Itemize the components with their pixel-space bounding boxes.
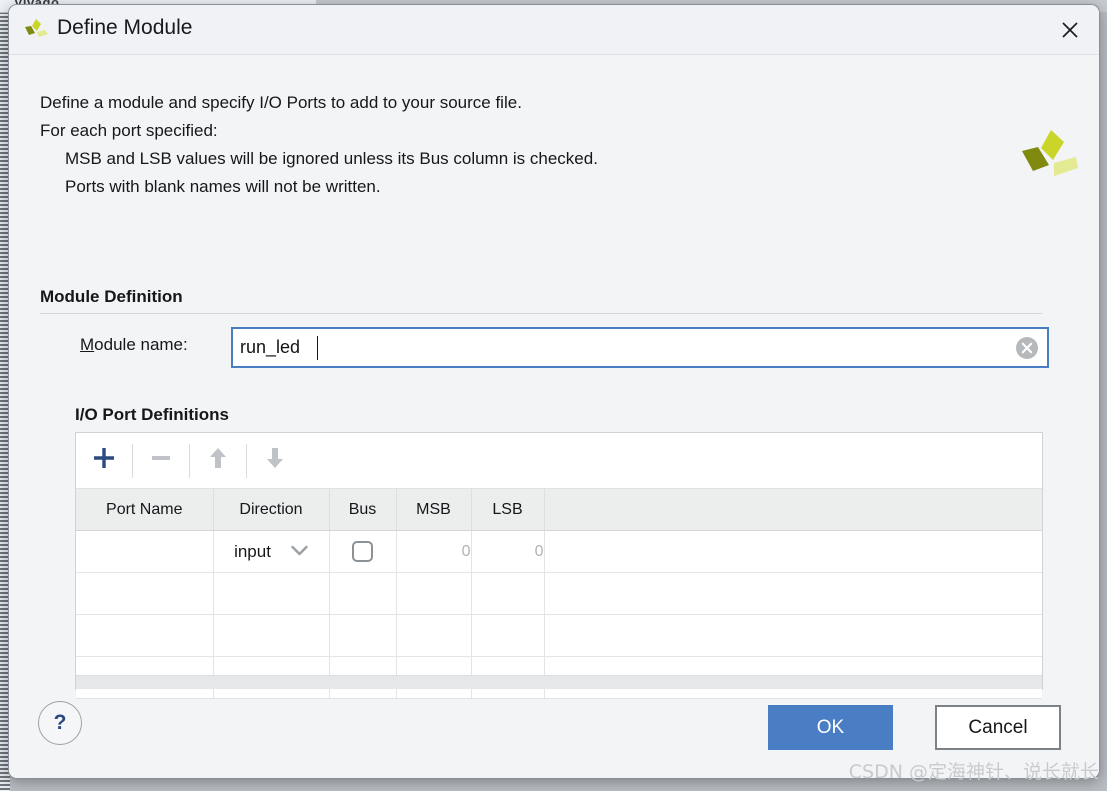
table-row[interactable] xyxy=(76,615,1042,657)
cell-msb[interactable] xyxy=(396,573,471,615)
cell-direction[interactable]: input xyxy=(213,531,329,573)
plus-icon xyxy=(91,445,117,476)
close-icon[interactable] xyxy=(1041,5,1099,54)
cell-spacer xyxy=(544,573,1042,615)
minus-icon xyxy=(148,445,174,476)
module-name-label-mnemonic: M xyxy=(80,335,94,354)
description-line-2: For each port specified: xyxy=(40,117,800,145)
cell-bus[interactable] xyxy=(329,615,396,657)
io-port-table: Port Name Direction Bus MSB LSB input xyxy=(76,489,1042,699)
cell-lsb[interactable] xyxy=(471,573,544,615)
watermark: CSDN @定海神针、说长就长 xyxy=(849,757,1099,784)
column-header-direction[interactable]: Direction xyxy=(213,489,329,531)
module-name-label: Module name: xyxy=(80,335,188,355)
module-name-label-rest: odule name: xyxy=(94,335,188,354)
module-name-input[interactable]: run_led xyxy=(231,327,1049,368)
cell-msb[interactable] xyxy=(396,615,471,657)
clear-circle-icon[interactable] xyxy=(1015,336,1039,360)
cancel-button[interactable]: Cancel xyxy=(935,705,1061,750)
ok-button[interactable]: OK xyxy=(768,705,893,750)
cell-direction[interactable] xyxy=(213,615,329,657)
help-button[interactable]: ? xyxy=(38,701,82,745)
cell-lsb[interactable] xyxy=(471,615,544,657)
io-port-definitions-panel: Port Name Direction Bus MSB LSB input xyxy=(75,432,1043,690)
move-port-up-button[interactable] xyxy=(190,433,246,489)
add-port-button[interactable] xyxy=(76,433,132,489)
dialog-description: Define a module and specify I/O Ports to… xyxy=(40,89,800,201)
arrow-down-icon xyxy=(263,445,287,476)
io-port-definitions-label: I/O Port Definitions xyxy=(75,405,229,425)
chevron-down-icon xyxy=(291,543,308,561)
cell-port-name[interactable] xyxy=(76,615,213,657)
cell-lsb[interactable]: 0 xyxy=(471,531,544,573)
module-name-value: run_led xyxy=(240,337,300,358)
cell-port-name[interactable] xyxy=(76,573,213,615)
direction-select-value: input xyxy=(234,542,271,562)
column-header-port-name[interactable]: Port Name xyxy=(76,489,213,531)
cell-bus[interactable] xyxy=(329,573,396,615)
table-row[interactable]: input 0 0 xyxy=(76,531,1042,573)
text-caret xyxy=(317,336,318,360)
module-definition-group-label: Module Definition xyxy=(40,287,183,307)
xilinx-logo-icon xyxy=(1019,127,1081,189)
remove-port-button[interactable] xyxy=(133,433,189,489)
dialog-body: Define a module and specify I/O Ports to… xyxy=(9,55,1099,778)
question-mark-icon: ? xyxy=(54,711,67,735)
io-table-footer-strip xyxy=(76,675,1042,689)
dialog-titlebar: Define Module xyxy=(9,5,1099,55)
cell-port-name[interactable] xyxy=(76,531,213,573)
cell-spacer xyxy=(544,531,1042,573)
vivado-logo-icon xyxy=(23,18,49,44)
table-row[interactable] xyxy=(76,573,1042,615)
arrow-up-icon xyxy=(206,445,230,476)
description-line-1: Define a module and specify I/O Ports to… xyxy=(40,89,800,117)
module-definition-divider xyxy=(40,313,1042,314)
io-port-table-header-row: Port Name Direction Bus MSB LSB xyxy=(76,489,1042,531)
column-header-spacer xyxy=(544,489,1042,531)
cell-msb[interactable]: 0 xyxy=(396,531,471,573)
column-header-lsb[interactable]: LSB xyxy=(471,489,544,531)
description-line-4: Ports with blank names will not be writt… xyxy=(40,173,800,201)
io-port-toolbar xyxy=(76,433,1042,489)
move-port-down-button[interactable] xyxy=(247,433,303,489)
column-header-bus[interactable]: Bus xyxy=(329,489,396,531)
cell-spacer xyxy=(544,615,1042,657)
dialog-title: Define Module xyxy=(57,16,192,40)
bus-checkbox[interactable] xyxy=(352,541,373,562)
column-header-msb[interactable]: MSB xyxy=(396,489,471,531)
cell-bus[interactable] xyxy=(329,531,396,573)
define-module-dialog: Define Module Define a module and specif… xyxy=(8,4,1100,779)
description-line-3: MSB and LSB values will be ignored unles… xyxy=(40,145,800,173)
cell-direction[interactable] xyxy=(213,573,329,615)
